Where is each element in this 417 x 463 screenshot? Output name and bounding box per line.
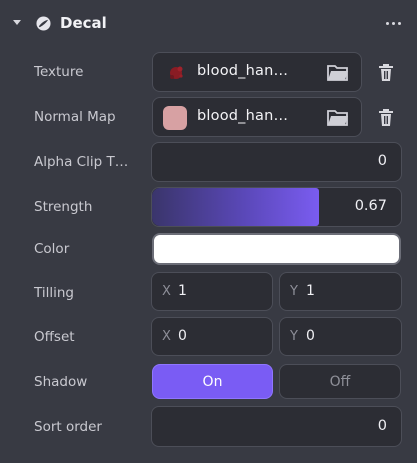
tilling-y-value: 1 (306, 283, 315, 299)
offset-label: Offset (34, 329, 75, 345)
strength-slider-fill (152, 188, 319, 226)
tilling-x-input[interactable]: X 1 (151, 272, 273, 311)
alpha-clip-label: Alpha Clip T… (34, 154, 129, 170)
offset-y-value: 0 (306, 328, 315, 344)
tilling-label: Tilling (34, 285, 74, 301)
collapse-chevron-icon[interactable] (13, 20, 21, 25)
shadow-label: Shadow (34, 374, 88, 390)
sort-order-value: 0 (377, 418, 387, 434)
decal-icon (36, 16, 51, 31)
x-axis-label: X (162, 284, 171, 299)
strength-slider[interactable]: 0.67 (151, 187, 402, 227)
alpha-clip-input[interactable]: 0 (151, 142, 402, 182)
more-options-icon[interactable] (386, 22, 401, 25)
shadow-on-button[interactable]: On (152, 364, 273, 399)
section-header[interactable]: Decal (0, 0, 417, 48)
section-title: Decal (60, 14, 107, 32)
tilling-y-input[interactable]: Y 1 (279, 272, 402, 311)
x-axis-label: X (162, 329, 171, 344)
texture-thumbnail (170, 66, 183, 79)
shadow-off-button[interactable]: Off (279, 364, 401, 399)
decal-component-panel: Decal Texture blood_han… Normal Map bloo… (0, 0, 417, 463)
trash-icon[interactable] (377, 108, 395, 128)
normal-map-asset-name: blood_han… (197, 108, 289, 124)
strength-label: Strength (34, 199, 93, 215)
folder-icon[interactable] (327, 109, 349, 126)
texture-label: Texture (34, 64, 84, 80)
color-label: Color (34, 241, 70, 257)
y-axis-label: Y (290, 284, 298, 299)
sort-order-input[interactable]: 0 (151, 406, 402, 447)
y-axis-label: Y (290, 329, 298, 344)
normal-map-thumbnail (163, 106, 187, 130)
normal-map-label: Normal Map (34, 109, 116, 125)
sort-order-label: Sort order (34, 419, 102, 435)
normal-map-asset-field[interactable]: blood_han… (152, 97, 362, 137)
offset-y-input[interactable]: Y 0 (279, 317, 402, 356)
color-swatch[interactable] (152, 233, 401, 265)
strength-value: 0.67 (354, 198, 387, 214)
texture-asset-field[interactable]: blood_han… (152, 52, 362, 92)
offset-x-input[interactable]: X 0 (151, 317, 273, 356)
folder-icon[interactable] (327, 64, 349, 81)
alpha-clip-value: 0 (377, 153, 387, 169)
offset-x-value: 0 (178, 328, 187, 344)
trash-icon[interactable] (377, 63, 395, 83)
tilling-x-value: 1 (178, 283, 187, 299)
texture-asset-name: blood_han… (197, 63, 289, 79)
